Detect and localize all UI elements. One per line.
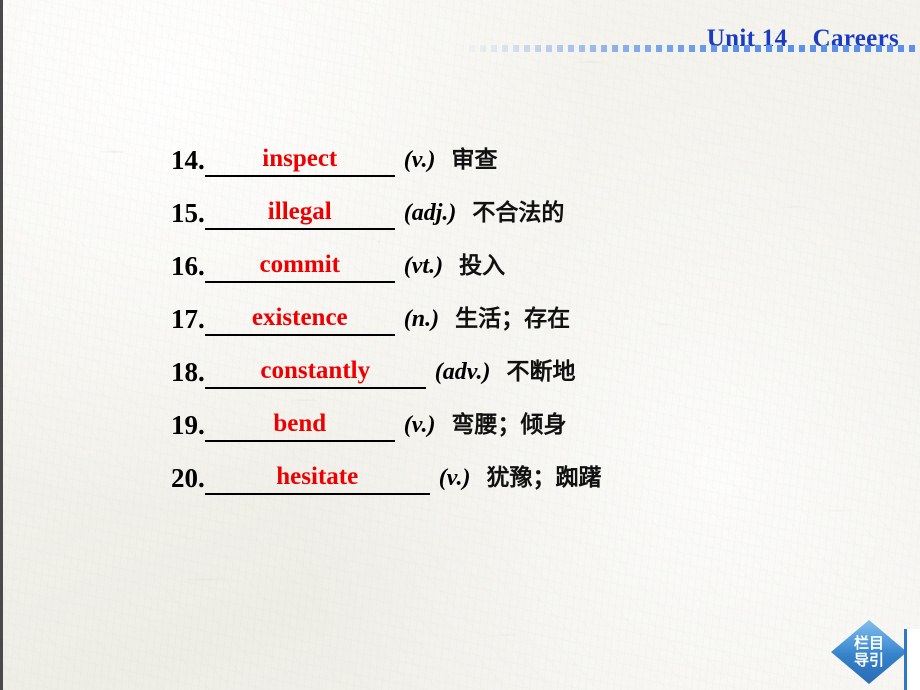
vocab-gloss: 弯腰；倾身 (451, 412, 567, 438)
slide-canvas: Unit 14 Careers 14. inspect (v.) 审查 15. illeg… (0, 0, 920, 690)
vocab-gloss: 不合法的 (472, 200, 565, 226)
vocab-part-of-speech: (v.) (403, 412, 436, 438)
vocab-answer-word: hesitate (276, 463, 359, 490)
vocab-gloss: 生活；存在 (455, 306, 571, 332)
vocab-row: 17. existence (n.) 生活；存在 (171, 302, 871, 355)
vocab-part-of-speech: (adv.) (434, 359, 491, 385)
vocab-answer-blank[interactable]: bend (204, 408, 395, 442)
vocab-answer-word: illegal (267, 198, 332, 225)
vocabulary-list: 14. inspect (v.) 审查 15. illegal (adj.) 不合法的 16. c… (171, 143, 871, 514)
vocab-answer-word: constantly (260, 357, 371, 384)
nav-badge-line-1: 栏目 (853, 634, 884, 652)
vocab-row: 20. hesitate (v.) 犹豫；踟躇 (171, 461, 871, 514)
vocab-part-of-speech: (n.) (403, 306, 440, 332)
vocab-gloss: 投入 (459, 253, 506, 279)
vocab-answer-word: existence (251, 304, 348, 331)
vocab-row: 19. bend (v.) 弯腰；倾身 (171, 408, 871, 461)
vocab-row-number: 14. (171, 145, 205, 175)
vocab-gloss: 犹豫；踟躇 (486, 465, 602, 491)
vocab-gloss: 审查 (451, 147, 498, 173)
vocab-part-of-speech: (v.) (438, 465, 471, 491)
vocab-row: 14. inspect (v.) 审查 (171, 143, 871, 196)
vocab-part-of-speech: (v.) (403, 147, 436, 173)
vocab-row: 15. illegal (adj.) 不合法的 (171, 196, 871, 249)
vocab-answer-blank[interactable]: commit (204, 249, 395, 283)
vocab-answer-word: commit (259, 251, 341, 278)
nav-badge-line-2: 导引 (853, 651, 884, 669)
vocab-row: 16. commit (vt.) 投入 (171, 249, 871, 302)
vocab-answer-blank[interactable]: hesitate (204, 461, 430, 495)
header-dotted-rule (458, 45, 920, 52)
vocab-answer-blank[interactable]: illegal (204, 196, 395, 230)
vocab-row-number: 19. (171, 410, 205, 440)
vocab-gloss: 不断地 (506, 359, 576, 385)
vocab-row-number: 18. (171, 357, 205, 387)
vocab-row-number: 20. (171, 463, 205, 493)
vocab-part-of-speech: (adj.) (403, 200, 457, 226)
vocab-row: 18. constantly (adv.) 不断地 (171, 355, 871, 408)
vocab-answer-blank[interactable]: constantly (204, 355, 426, 389)
vocab-answer-blank[interactable]: inspect (204, 143, 395, 177)
vocab-row-number: 17. (171, 304, 205, 334)
slide-header: Unit 14 Careers (3, 0, 920, 56)
vocab-part-of-speech: (vt.) (403, 253, 444, 279)
vocab-answer-word: inspect (262, 145, 338, 172)
edge-panel (904, 629, 920, 690)
vocab-row-number: 15. (171, 198, 205, 228)
vocab-answer-blank[interactable]: existence (204, 302, 395, 336)
vocab-row-number: 16. (171, 251, 205, 281)
nav-badge-label: 栏目 导引 (831, 620, 907, 684)
nav-badge[interactable]: 栏目 导引 (831, 620, 907, 684)
vocab-answer-word: bend (273, 410, 327, 437)
